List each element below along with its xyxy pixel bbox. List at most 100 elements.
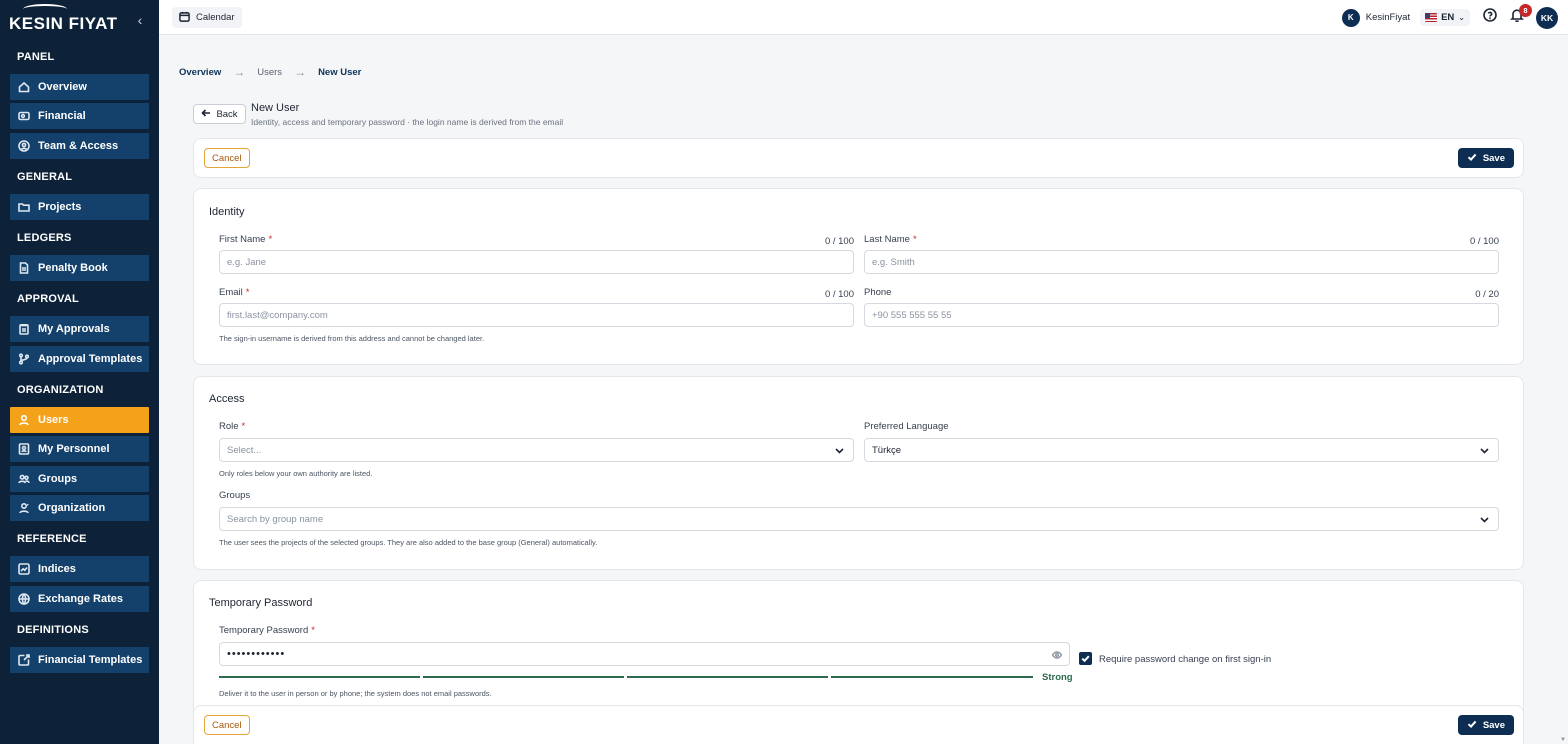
collapse-sidebar-icon[interactable]: ‹ — [133, 12, 147, 28]
calendar-label: Calendar — [196, 12, 235, 23]
last-name-placeholder: e.g. Smith — [872, 256, 915, 268]
wallet-icon — [18, 110, 30, 122]
require-change-checkbox[interactable] — [1079, 652, 1092, 665]
sidebar-item-label: Exchange Rates — [38, 593, 123, 605]
sidebar-item-label: Users — [38, 414, 69, 426]
help-button[interactable] — [1482, 8, 1498, 26]
cancel-button-bottom[interactable]: Cancel — [204, 715, 250, 735]
sidebar-item-my-personnel[interactable]: My Personnel — [10, 436, 149, 462]
first-name-counter: 0 / 100 — [824, 236, 854, 247]
eye-icon[interactable] — [1051, 650, 1063, 660]
role-label-text: Role — [219, 421, 239, 432]
email-hint: The sign-in username is derived from thi… — [219, 334, 485, 343]
strength-segment — [831, 676, 1033, 678]
access-title: Access — [209, 393, 245, 405]
brand-logo[interactable]: KESIN FIYAT — [9, 4, 117, 34]
chevron-down-icon — [835, 446, 844, 455]
email-field[interactable]: first.last@company.com — [219, 303, 854, 327]
strength-label: Strong — [1042, 672, 1073, 683]
sidebar-item-indices[interactable]: Indices — [10, 556, 149, 582]
language-code: EN — [1441, 12, 1455, 23]
last-name-label-text: Last Name — [864, 234, 910, 245]
org-name: KesinFiyat — [1365, 12, 1411, 23]
sidebar-item-exchange-rates[interactable]: Exchange Rates — [10, 586, 149, 612]
sidebar-item-label: Overview — [38, 81, 87, 93]
first-name-label-text: First Name — [219, 234, 266, 245]
phone-placeholder: +90 555 555 55 55 — [872, 309, 952, 321]
document-icon — [18, 262, 30, 274]
sidebar-item-projects[interactable]: Projects — [10, 194, 149, 220]
strength-segment — [423, 676, 624, 678]
save-label: Save — [1482, 152, 1505, 164]
last-name-field[interactable]: e.g. Smith — [864, 250, 1499, 274]
role-hint: Only roles below your own authority are … — [219, 469, 373, 478]
breadcrumb-overview[interactable]: Overview — [179, 67, 221, 78]
sidebar-item-my-approvals[interactable]: My Approvals — [10, 316, 149, 342]
scroll-down-icon[interactable]: ▼ — [1560, 737, 1567, 743]
sidebar-item-groups[interactable]: Groups — [10, 466, 149, 492]
sidebar-item-label: Indices — [38, 563, 76, 575]
home-icon — [18, 81, 30, 93]
save-label: Save — [1482, 719, 1505, 731]
first-name-label: First Name * — [219, 234, 272, 245]
us-flag-icon — [1425, 13, 1438, 22]
chevron-down-icon: ⌄ — [1458, 13, 1465, 22]
group-icon — [18, 473, 30, 485]
save-button[interactable]: Save — [1457, 148, 1514, 168]
sidebar-item-label: Penalty Book — [38, 262, 108, 274]
require-change-label[interactable]: Require password change on first sign-in — [1099, 654, 1271, 665]
first-name-field[interactable]: e.g. Jane — [219, 250, 854, 274]
groups-placeholder: Search by group name — [227, 513, 324, 525]
required-mark: * — [912, 234, 917, 245]
chevron-down-icon — [1480, 515, 1489, 524]
section-reference: REFERENCE — [17, 533, 87, 545]
calendar-button[interactable]: Calendar — [172, 7, 242, 28]
user-avatar[interactable]: KK — [1536, 6, 1558, 29]
temporary-password-value: •••••••••••• — [227, 648, 286, 660]
breadcrumb-current: New User — [318, 66, 362, 78]
page-title: New User — [251, 102, 300, 114]
sidebar-item-team-access[interactable]: Team & Access — [10, 133, 149, 159]
org-avatar: K — [1341, 8, 1360, 27]
cancel-button[interactable]: Cancel — [204, 148, 250, 168]
sidebar-item-label: My Approvals — [38, 323, 110, 335]
sidebar-item-label: Groups — [38, 473, 78, 485]
email-placeholder: first.last@company.com — [227, 309, 328, 321]
language-selector[interactable]: EN ⌄ — [1420, 9, 1470, 26]
notifications-button[interactable]: 8 — [1509, 3, 1532, 26]
top-actions-bar: Cancel Save — [193, 138, 1524, 178]
breadcrumb-users[interactable]: Users — [257, 67, 282, 78]
sidebar-item-financial-templates[interactable]: Financial Templates — [10, 647, 149, 673]
bottom-actions-bar: Cancel Save — [193, 705, 1524, 744]
organization-switcher[interactable]: K KesinFiyat — [1341, 8, 1411, 27]
role-placeholder: Select... — [227, 444, 262, 456]
section-approval: APPROVAL — [17, 293, 79, 305]
check-icon — [1081, 650, 1090, 668]
temporary-password-field[interactable]: •••••••••••• — [219, 642, 1070, 666]
save-button-bottom[interactable]: Save — [1457, 715, 1514, 735]
phone-label: Phone — [864, 287, 892, 298]
back-button[interactable]: Back — [193, 104, 246, 124]
organization-icon — [18, 502, 30, 514]
preferred-language-label: Preferred Language — [864, 421, 949, 432]
email-label-text: Email — [219, 287, 243, 298]
preferred-language-value: Türkçe — [872, 444, 902, 456]
sidebar-item-approval-templates[interactable]: Approval Templates — [10, 346, 149, 372]
preferred-language-select[interactable]: Türkçe — [864, 438, 1499, 462]
required-mark: * — [268, 234, 273, 245]
sidebar-item-users[interactable]: Users — [10, 407, 149, 433]
sidebar-item-penalty-book[interactable]: Penalty Book — [10, 255, 149, 281]
sidebar-item-organization[interactable]: Organization — [10, 495, 149, 521]
breadcrumb: Overview → Users → New User — [179, 65, 361, 79]
groups-search-select[interactable]: Search by group name — [219, 507, 1499, 531]
strength-segment — [219, 676, 420, 678]
notification-badge: 8 — [1519, 3, 1532, 17]
required-mark: * — [241, 421, 246, 432]
sidebar: KESIN FIYAT ‹ PANEL Overview Financial T… — [0, 0, 159, 744]
sidebar-item-overview[interactable]: Overview — [10, 74, 149, 100]
role-select[interactable]: Select... — [219, 438, 854, 462]
arrow-left-icon — [201, 108, 211, 121]
phone-field[interactable]: +90 555 555 55 55 — [864, 303, 1499, 327]
strength-segment — [627, 676, 828, 678]
sidebar-item-financial[interactable]: Financial — [10, 103, 149, 129]
